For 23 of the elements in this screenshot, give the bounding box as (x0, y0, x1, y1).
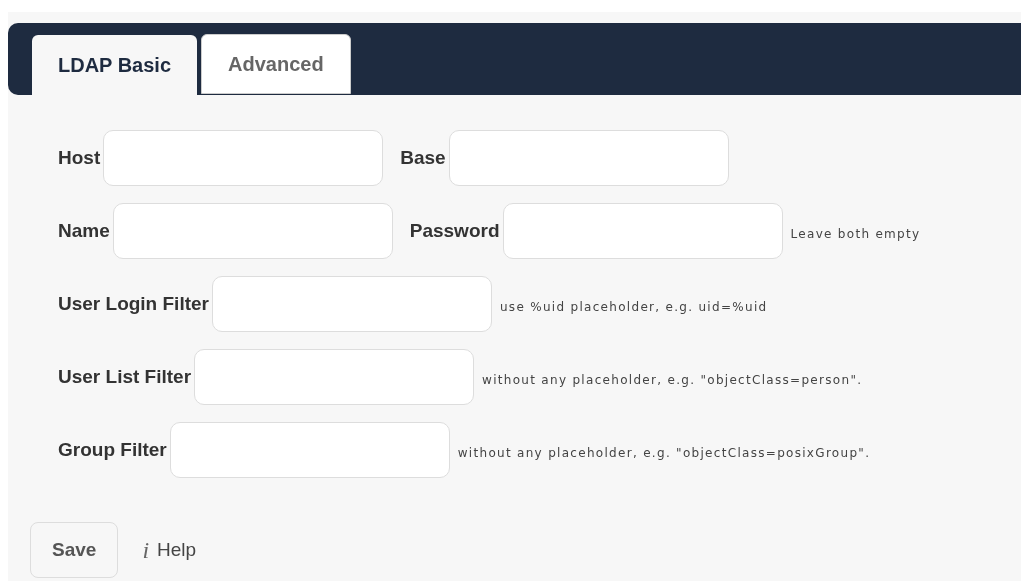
field-label: Group Filter (58, 439, 167, 461)
input-field[interactable] (169, 422, 450, 478)
hint-text: Leave both empty (790, 226, 921, 241)
field-label: Base (400, 147, 446, 169)
field-label: Name (58, 220, 110, 242)
field-label: Host (58, 147, 101, 169)
hint-text: without any placeholder, e.g. "objectClass=posixGroup". (457, 445, 871, 460)
input-field[interactable] (211, 276, 492, 332)
input-field[interactable] (194, 349, 475, 405)
tab[interactable]: Advanced (201, 34, 351, 94)
input-field[interactable] (112, 203, 393, 259)
field-label: User List Filter (58, 366, 192, 388)
field-label: User Login Filter (58, 293, 209, 315)
input-field[interactable] (448, 130, 729, 186)
input-field[interactable] (103, 130, 384, 186)
input-field[interactable] (502, 203, 783, 259)
info-icon: i (142, 536, 150, 564)
help-link[interactable]: i Help (142, 536, 197, 564)
hint-text: use %uid placeholder, e.g. uid=%uid (499, 299, 768, 314)
hint-text: without any placeholder, e.g. "objectClass=person". (482, 372, 863, 387)
field-label: Password (409, 220, 500, 242)
tab[interactable]: LDAP Basic (32, 35, 197, 96)
save-button[interactable]: Save (30, 522, 119, 578)
